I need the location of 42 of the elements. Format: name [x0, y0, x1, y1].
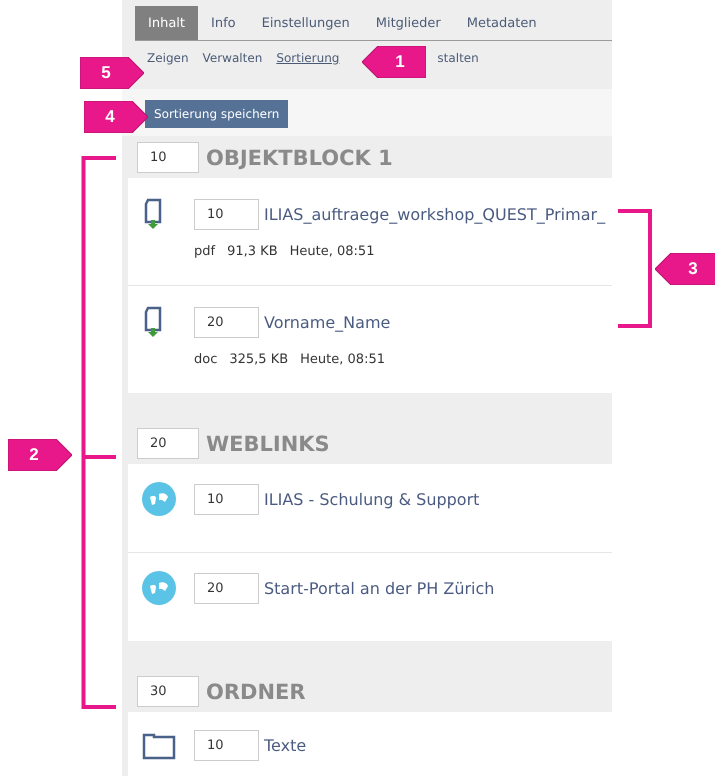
file-download-icon — [142, 198, 164, 230]
order-field[interactable]: 20 — [194, 306, 259, 338]
item-title[interactable]: Vorname_Name — [264, 312, 390, 332]
order-field[interactable]: 10 — [194, 484, 259, 514]
globe-icon — [142, 571, 176, 605]
subtab-link[interactable]: Verwalten — [202, 51, 262, 83]
callout-marker: 1 — [362, 46, 426, 78]
order-field[interactable]: 30 — [137, 676, 199, 707]
item-title[interactable]: Texte — [264, 736, 306, 755]
file-meta: Heute, 08:51 — [290, 244, 374, 259]
callout-marker: 2 — [8, 439, 72, 471]
save-sorting-button[interactable]: Sortierung speichern — [145, 100, 288, 128]
subtab-link[interactable]: stalten — [437, 51, 479, 83]
tab[interactable]: Inhalt — [135, 6, 198, 40]
order-field[interactable]: 10 — [194, 730, 259, 761]
tab[interactable]: Mitglieder — [362, 6, 454, 40]
tab[interactable]: Info — [198, 6, 249, 40]
block-title: ORDNER — [206, 680, 306, 704]
tab[interactable]: Einstellungen — [248, 6, 363, 40]
item-title[interactable]: Start-Portal an der PH Zürich — [264, 578, 494, 598]
folder-icon — [142, 732, 176, 760]
globe-icon — [142, 482, 176, 516]
order-field[interactable]: 10 — [194, 198, 259, 230]
subtab-link[interactable]: Sortierung — [276, 51, 340, 83]
file-meta: pdf — [194, 244, 216, 259]
block-title: OBJEKTBLOCK 1 — [206, 146, 393, 170]
file-download-icon — [142, 306, 164, 338]
tab[interactable]: Metadaten — [454, 6, 550, 40]
callout-marker: 5 — [80, 57, 144, 89]
file-meta: Heute, 08:51 — [300, 352, 385, 367]
file-meta: doc — [194, 352, 218, 367]
item-title[interactable]: ILIAS - Schulung & Support — [264, 490, 480, 508]
order-field[interactable]: 10 — [137, 142, 199, 173]
block-title: WEBLINKS — [206, 432, 330, 456]
subtab-link[interactable]: Zeigen — [147, 51, 189, 83]
file-meta: 325,5 KB — [229, 352, 288, 367]
callout-marker: 4 — [84, 101, 148, 133]
item-title[interactable]: ILIAS_auftraege_workshop_QUEST_Primar_ — [264, 204, 606, 224]
order-field[interactable]: 20 — [194, 572, 259, 604]
file-meta: 91,3 KB — [227, 244, 278, 259]
order-field[interactable]: 20 — [137, 428, 199, 459]
callout-marker: 3 — [655, 253, 715, 285]
